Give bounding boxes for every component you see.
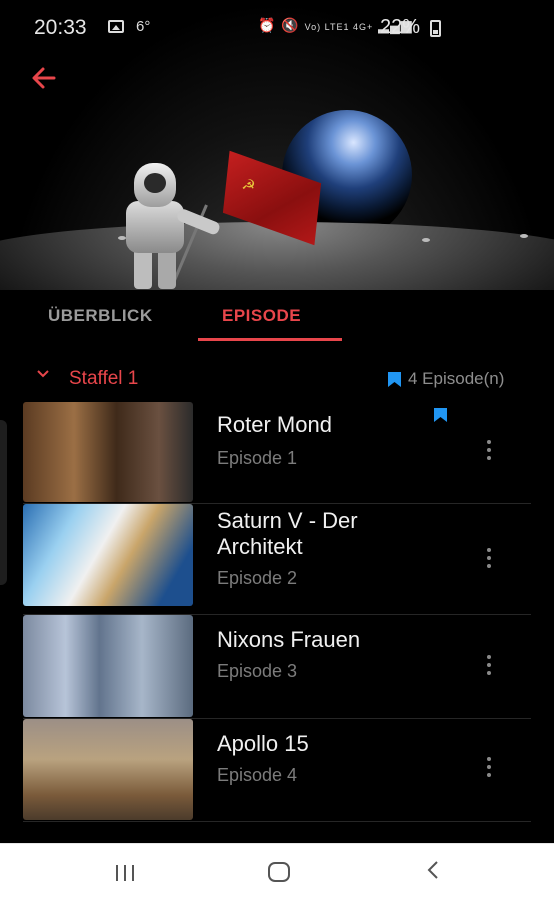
back-button[interactable] [30,64,60,94]
tab-episode[interactable]: EPISODE [222,306,301,326]
more-options-icon[interactable] [483,655,495,679]
episode-item[interactable]: Nixons Frauen Episode 3 [23,615,531,717]
divider [23,821,531,822]
edge-panel-handle[interactable] [0,420,7,585]
episode-item[interactable]: Roter Mond Episode 1 [23,402,531,502]
back-nav-icon[interactable] [425,859,441,881]
season-label: Staffel 1 [69,368,139,389]
status-time: 20:33 [34,16,87,39]
season-header[interactable]: Staffel 1 4 Episode(n) [0,360,554,394]
episode-subtitle: Episode 4 [217,765,298,785]
episode-title: Saturn V - Der Architekt [217,508,358,559]
episode-title: Roter Mond [217,412,332,437]
astronaut-figure [120,163,222,290]
mute-icon: 🔇 [281,17,300,33]
more-options-icon[interactable] [483,440,495,464]
episode-thumbnail [23,615,193,717]
tab-overview[interactable]: ÜBERBLICK [48,306,153,326]
episode-title: Apollo 15 [217,731,309,756]
network-label: Vo) LTE1 4G+ [304,22,374,32]
chevron-down-icon [37,370,49,378]
episode-thumbnail [23,504,193,606]
arrow-left-icon [32,67,56,89]
bookmark-icon [388,372,401,387]
more-options-icon[interactable] [483,548,495,572]
battery-percent: 22% [380,16,421,38]
status-bar: 20:33 6° ⏰ 🔇 Vo) LTE1 4G+ ▂▄▆ 22% [0,0,554,56]
episode-subtitle: Episode 1 [217,448,298,468]
alarm-icon: ⏰ [258,17,277,33]
system-nav-bar [0,843,554,901]
episode-item[interactable]: Apollo 15 Episode 4 [23,719,531,820]
episode-thumbnail [23,719,193,820]
bookmark-icon [434,408,447,422]
tab-bar: ÜBERBLICK EPISODE [0,290,554,342]
moon-rocks [0,232,554,242]
episode-subtitle: Episode 3 [217,661,298,681]
episode-count: 4 Episode(n) [408,369,505,388]
battery-icon [430,20,441,37]
episode-thumbnail [23,402,193,502]
more-options-icon[interactable] [483,757,495,781]
active-tab-indicator [198,338,342,341]
episode-title: Nixons Frauen [217,627,361,652]
recent-apps-icon[interactable] [113,865,137,881]
episode-item[interactable]: Saturn V - Der Architekt Episode 2 [23,504,531,606]
status-temperature: 6° [136,18,151,35]
home-icon[interactable] [268,862,290,882]
episode-subtitle: Episode 2 [217,568,298,588]
gallery-icon [108,20,124,33]
